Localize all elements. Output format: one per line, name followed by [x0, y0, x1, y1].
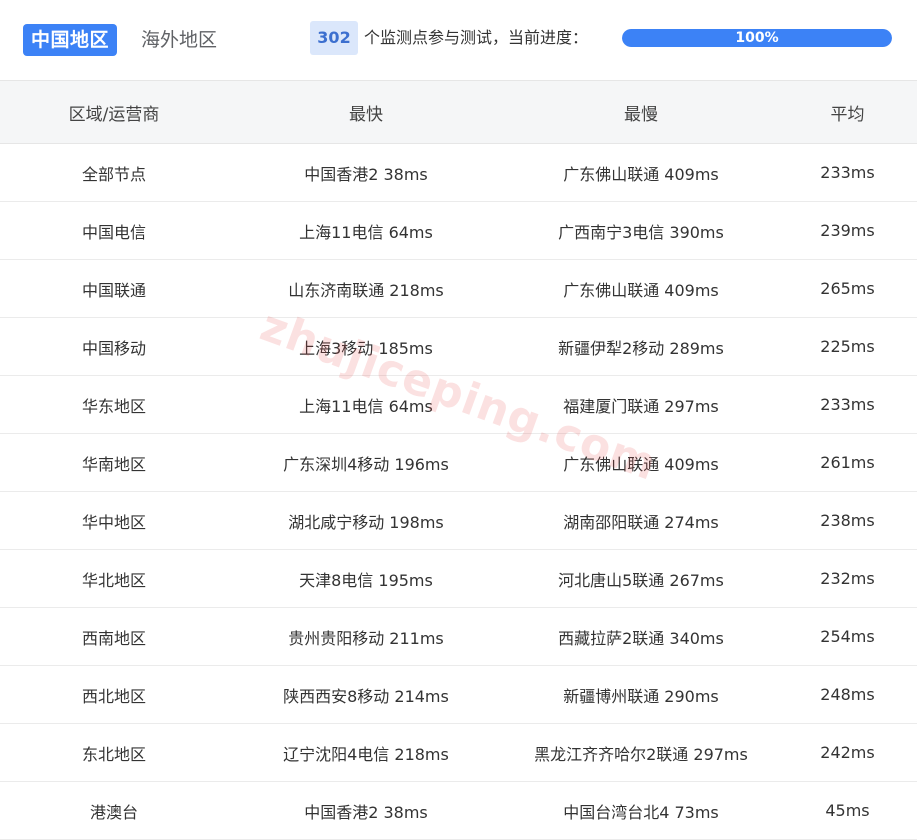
cell-fastest: 上海11电信 64ms — [228, 375, 504, 434]
cell-average: 238ms — [778, 491, 917, 550]
cell-slowest: 黑龙江齐齐哈尔2联通 297ms — [504, 723, 778, 782]
table-row: 华南地区 广东深圳4移动 196ms 广东佛山联通 409ms 261ms — [0, 433, 917, 492]
cell-average: 239ms — [778, 201, 917, 260]
cell-slowest: 新疆博州联通 290ms — [504, 665, 778, 724]
tab-china-region[interactable]: 中国地区 — [23, 24, 118, 56]
cell-region: 中国联通 — [0, 259, 228, 318]
table-row: 华东地区 上海11电信 64ms 福建厦门联通 297ms 233ms — [0, 375, 917, 434]
cell-fastest: 山东济南联通 218ms — [228, 259, 504, 318]
cell-slowest: 新疆伊犁2移动 289ms — [504, 317, 778, 376]
cell-region: 华东地区 — [0, 375, 228, 434]
cell-slowest: 河北唐山5联通 267ms — [504, 549, 778, 608]
cell-slowest: 广东佛山联通 409ms — [504, 433, 778, 492]
cell-average: 265ms — [778, 259, 917, 318]
table-header-row: 区域/运营商 最快 最慢 平均 — [0, 81, 917, 144]
cell-slowest: 广东佛山联通 409ms — [504, 143, 778, 202]
cell-region: 华南地区 — [0, 433, 228, 492]
tab-overseas-region[interactable]: 海外地区 — [141, 24, 217, 56]
cell-slowest: 广西南宁3电信 390ms — [504, 201, 778, 260]
cell-fastest: 上海11电信 64ms — [228, 201, 504, 260]
cell-region: 东北地区 — [0, 723, 228, 782]
cell-average: 233ms — [778, 375, 917, 434]
cell-fastest: 中国香港2 38ms — [228, 781, 504, 840]
top-bar: 中国地区 海外地区 302 个监测点参与测试，当前进度： 100% — [0, 0, 917, 81]
cell-region: 全部节点 — [0, 143, 228, 202]
header-average: 平均 — [778, 81, 917, 144]
cell-fastest: 上海3移动 185ms — [228, 317, 504, 376]
cell-slowest: 湖南邵阳联通 274ms — [504, 491, 778, 550]
cell-region: 港澳台 — [0, 781, 228, 840]
cell-fastest: 湖北咸宁移动 198ms — [228, 491, 504, 550]
cell-average: 233ms — [778, 143, 917, 202]
cell-region: 西南地区 — [0, 607, 228, 666]
cell-average: 225ms — [778, 317, 917, 376]
cell-average: 242ms — [778, 723, 917, 782]
cell-slowest: 福建厦门联通 297ms — [504, 375, 778, 434]
cell-fastest: 中国香港2 38ms — [228, 143, 504, 202]
table-row: 东北地区 辽宁沈阳4电信 218ms 黑龙江齐齐哈尔2联通 297ms 242ms — [0, 723, 917, 782]
cell-fastest: 陕西西安8移动 214ms — [228, 665, 504, 724]
table-row: 华中地区 湖北咸宁移动 198ms 湖南邵阳联通 274ms 238ms — [0, 491, 917, 550]
cell-average: 261ms — [778, 433, 917, 492]
monitor-progress-text: 个监测点参与测试，当前进度： — [364, 28, 589, 47]
cell-average: 248ms — [778, 665, 917, 724]
progress-bar: 100% — [622, 29, 892, 47]
cell-fastest: 辽宁沈阳4电信 218ms — [228, 723, 504, 782]
table-row: 西南地区 贵州贵阳移动 211ms 西藏拉萨2联通 340ms 254ms — [0, 607, 917, 666]
cell-fastest: 贵州贵阳移动 211ms — [228, 607, 504, 666]
header-region-carrier: 区域/运营商 — [0, 81, 228, 144]
cell-average: 232ms — [778, 549, 917, 608]
table-body: 全部节点 中国香港2 38ms 广东佛山联通 409ms 233ms 中国电信 上海11电… — [0, 143, 917, 840]
table-row: 中国电信 上海11电信 64ms 广西南宁3电信 390ms 239ms — [0, 201, 917, 260]
progress-label: 100% — [735, 30, 779, 46]
table-row: 全部节点 中国香港2 38ms 广东佛山联通 409ms 233ms — [0, 143, 917, 202]
cell-region: 西北地区 — [0, 665, 228, 724]
cell-region: 华北地区 — [0, 549, 228, 608]
cell-average: 254ms — [778, 607, 917, 666]
cell-fastest: 广东深圳4移动 196ms — [228, 433, 504, 492]
cell-slowest: 中国台湾台北4 73ms — [504, 781, 778, 840]
cell-region: 华中地区 — [0, 491, 228, 550]
table-row: 华北地区 天津8电信 195ms 河北唐山5联通 267ms 232ms — [0, 549, 917, 608]
header-slowest: 最慢 — [504, 81, 778, 144]
table-row: 港澳台 中国香港2 38ms 中国台湾台北4 73ms 45ms — [0, 781, 917, 840]
cell-region: 中国电信 — [0, 201, 228, 260]
table-row: 西北地区 陕西西安8移动 214ms 新疆博州联通 290ms 248ms — [0, 665, 917, 724]
cell-average: 45ms — [778, 781, 917, 840]
cell-fastest: 天津8电信 195ms — [228, 549, 504, 608]
cell-slowest: 西藏拉萨2联通 340ms — [504, 607, 778, 666]
table-row: 中国移动 上海3移动 185ms 新疆伊犁2移动 289ms 225ms — [0, 317, 917, 376]
header-fastest: 最快 — [228, 81, 504, 144]
cell-region: 中国移动 — [0, 317, 228, 376]
table-row: 中国联通 山东济南联通 218ms 广东佛山联通 409ms 265ms — [0, 259, 917, 318]
results-table: 区域/运营商 最快 最慢 平均 全部节点 中国香港2 38ms 广东佛山联通 409… — [0, 81, 917, 840]
cell-slowest: 广东佛山联通 409ms — [504, 259, 778, 318]
monitor-count-badge: 302 — [310, 21, 358, 55]
